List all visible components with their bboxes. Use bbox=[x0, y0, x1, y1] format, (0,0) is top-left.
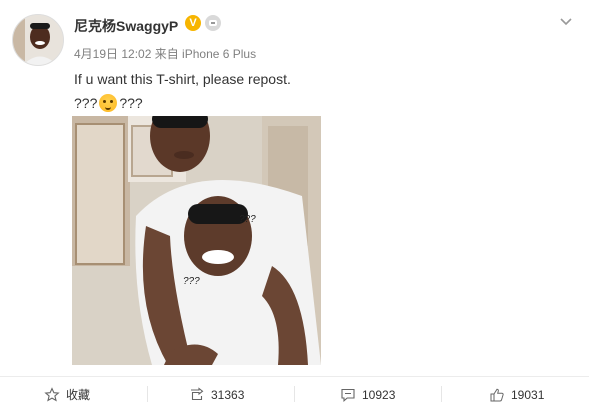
action-separator bbox=[147, 386, 148, 402]
action-separator bbox=[294, 386, 295, 402]
thumbs-up-icon bbox=[490, 388, 504, 401]
comment-count: 10923 bbox=[362, 387, 396, 402]
user-avatar[interactable] bbox=[12, 14, 64, 66]
username[interactable]: 尼克杨SwaggyP bbox=[74, 16, 178, 36]
verified-v-icon: V bbox=[185, 15, 201, 31]
like-count: 19031 bbox=[511, 387, 545, 402]
repost-count: 31363 bbox=[211, 387, 245, 402]
photo-overlay-text-1: ??? bbox=[239, 214, 256, 225]
photo-overlay-text-2: ??? bbox=[183, 276, 200, 287]
post-meta[interactable]: 4月19日 12:02 来自 iPhone 6 Plus bbox=[74, 45, 256, 62]
avatar-image bbox=[13, 15, 63, 65]
comment-button[interactable]: 10923 bbox=[340, 378, 395, 411]
action-separator bbox=[441, 386, 442, 402]
like-button[interactable]: 19031 bbox=[489, 378, 544, 411]
footer-divider bbox=[0, 376, 589, 377]
chevron-down-glyph bbox=[560, 18, 572, 26]
comment-icon bbox=[341, 388, 355, 402]
post-text: If u want this T-shirt, please repost. bbox=[74, 71, 291, 87]
emoji-line-prefix: ??? bbox=[74, 95, 98, 111]
emoji-line-suffix: ??? bbox=[119, 95, 143, 111]
post-emoji-line: ??? ??? bbox=[74, 94, 143, 112]
repost-icon bbox=[191, 386, 204, 400]
repost-button[interactable]: 31363 bbox=[189, 378, 244, 411]
cat-emoji-icon bbox=[99, 94, 118, 112]
chevron-down-icon[interactable] bbox=[559, 14, 573, 28]
star-icon bbox=[44, 386, 60, 402]
post-photo[interactable]: ??? ??? bbox=[72, 116, 321, 365]
post-photo-illustration bbox=[72, 116, 321, 365]
robot-badge-icon[interactable] bbox=[205, 15, 221, 31]
favorite-label: 收藏 bbox=[66, 388, 91, 402]
favorite-button[interactable]: 收藏 bbox=[44, 378, 90, 411]
weibo-post-card: 尼克杨SwaggyP V 4月19日 12:02 来自 iPhone 6 Plu… bbox=[0, 0, 589, 411]
